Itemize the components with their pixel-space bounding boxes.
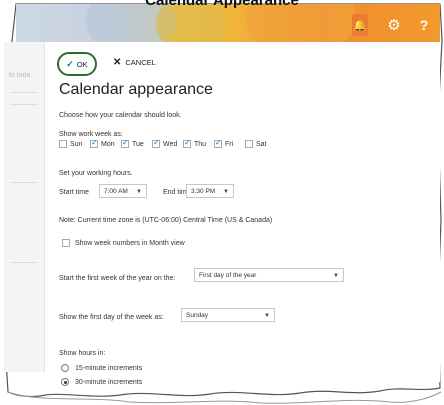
- page-title: Calendar appearance: [59, 81, 213, 98]
- first-week-label: Start the first week of the year on the:: [59, 275, 176, 282]
- day-label: Fri: [225, 140, 234, 148]
- end-time-value: 3:30 PM: [191, 187, 216, 195]
- day-label: Mon: [101, 140, 115, 148]
- gear-icon[interactable]: ⚙: [380, 8, 408, 42]
- first-week-select[interactable]: First day of the year ▼: [194, 268, 344, 282]
- day-label: Wed: [163, 140, 178, 148]
- increment-option-30[interactable]: 30-minute increments: [61, 378, 142, 386]
- day-label: Sun: [70, 140, 83, 148]
- show-hours-label: Show hours in:: [59, 350, 106, 357]
- day-checkbox[interactable]: [214, 138, 222, 148]
- day-option-sun[interactable]: Sun: [59, 140, 90, 148]
- start-time-label: Start time: [59, 189, 89, 196]
- day-checkbox[interactable]: [183, 138, 191, 148]
- help-icon[interactable]: ?: [410, 8, 438, 42]
- left-pane-background: to toda: [4, 42, 45, 372]
- chevron-down-icon: ▼: [136, 189, 142, 195]
- working-hours-label: Set your working hours.: [59, 170, 133, 177]
- first-day-select[interactable]: Sunday ▼: [181, 308, 275, 322]
- radio-button[interactable]: [61, 378, 69, 386]
- first-day-value: Sunday: [186, 311, 209, 319]
- start-time-value: 7:00 AM: [104, 187, 128, 195]
- increment-label: 30-minute increments: [74, 378, 143, 386]
- timezone-note: Note: Current time zone is (UTC-06:00) C…: [59, 217, 273, 224]
- day-checkbox[interactable]: [245, 140, 253, 148]
- week-numbers-label: Show week numbers in Month view: [74, 239, 185, 247]
- day-option-thu[interactable]: Thu: [183, 138, 214, 148]
- start-time-select[interactable]: 7:00 AM ▼: [99, 184, 147, 198]
- cancel-button[interactable]: ✕ CANCEL: [113, 57, 156, 68]
- close-icon: ✕: [113, 57, 122, 68]
- first-week-value: First day of the year: [199, 271, 257, 279]
- first-day-label: Show the first day of the week as:: [59, 314, 164, 321]
- day-option-wed[interactable]: Wed: [152, 138, 183, 148]
- day-checkbox[interactable]: [121, 138, 129, 148]
- header-banner: 🔔 ⚙ ?: [16, 4, 440, 42]
- day-option-mon[interactable]: Mon: [90, 138, 121, 148]
- calendar-appearance-panel: ✓ OK ✕ CANCEL Calendar appearance Choose…: [45, 42, 440, 386]
- day-checkbox[interactable]: [152, 138, 160, 148]
- figure-caption: Calendar Appearance: [145, 0, 299, 9]
- day-checkbox[interactable]: [90, 138, 98, 148]
- week-numbers-option[interactable]: Show week numbers in Month view: [62, 239, 185, 247]
- end-time-select[interactable]: 3:30 PM ▼: [186, 184, 234, 198]
- day-checkbox[interactable]: [59, 140, 67, 148]
- left-pane-ghost-text: to toda: [9, 72, 31, 79]
- day-label: Sat: [256, 140, 267, 148]
- ok-button[interactable]: ✓ OK: [57, 52, 97, 76]
- chevron-down-icon: ▼: [264, 313, 270, 319]
- week-numbers-checkbox[interactable]: [62, 239, 70, 247]
- intro-text: Choose how your calendar should look.: [59, 112, 182, 119]
- bell-icon[interactable]: 🔔: [352, 14, 368, 36]
- check-icon: ✓: [66, 58, 74, 69]
- ok-label: OK: [76, 59, 88, 69]
- day-label: Thu: [194, 140, 207, 148]
- day-option-sat[interactable]: Sat: [245, 140, 276, 148]
- day-option-tue[interactable]: Tue: [121, 138, 152, 148]
- radio-button[interactable]: [61, 364, 69, 372]
- increment-option-15[interactable]: 15-minute increments: [61, 364, 142, 372]
- work-week-days: Sun Mon Tue Wed Thu Fri Sat: [59, 138, 276, 148]
- day-label: Tue: [132, 140, 144, 148]
- cancel-label: CANCEL: [125, 58, 156, 67]
- chevron-down-icon: ▼: [223, 189, 229, 195]
- day-option-fri[interactable]: Fri: [214, 138, 245, 148]
- chevron-down-icon: ▼: [333, 273, 339, 279]
- increment-label: 15-minute increments: [74, 364, 143, 372]
- work-week-label: Show work week as:: [59, 131, 123, 138]
